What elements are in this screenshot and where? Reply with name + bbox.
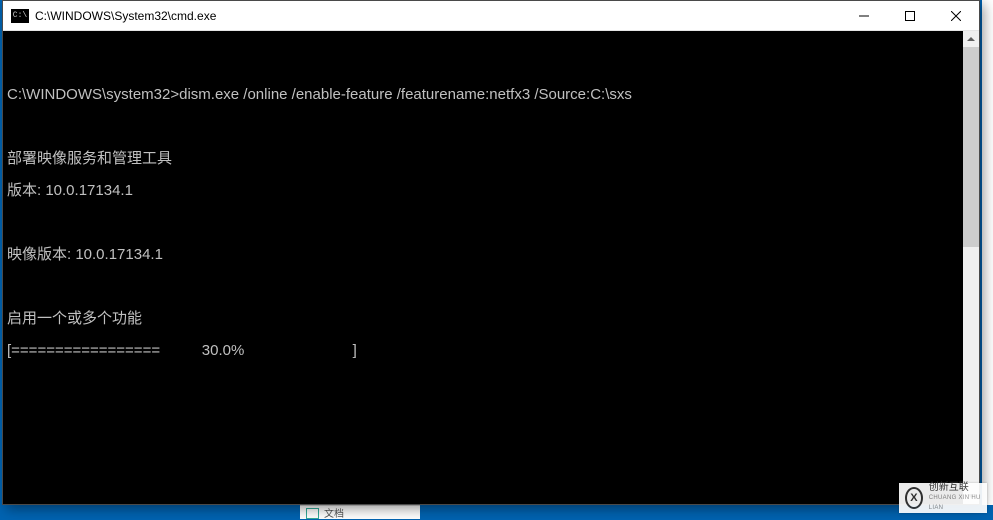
cmd-icon: C:\ bbox=[11, 9, 29, 23]
prompt: C:\WINDOWS\system32> bbox=[7, 86, 179, 103]
blank-line bbox=[3, 119, 963, 135]
blank-line bbox=[3, 279, 963, 295]
progress-line: [================= 30.0% ] bbox=[3, 343, 963, 359]
terminal-output[interactable]: C:\WINDOWS\system32>dism.exe /online /en… bbox=[3, 31, 963, 504]
window-title: C:\WINDOWS\System32\cmd.exe bbox=[35, 9, 216, 23]
chevron-up-icon bbox=[967, 37, 975, 41]
scroll-up-button[interactable] bbox=[963, 31, 979, 47]
blank-line bbox=[3, 55, 963, 71]
title-bar[interactable]: C:\ C:\WINDOWS\System32\cmd.exe bbox=[3, 1, 979, 31]
watermark-text: 创新互联 CHUANG XIN HU LIAN bbox=[929, 483, 981, 513]
minimize-icon bbox=[859, 11, 869, 21]
cmd-window: C:\ C:\WINDOWS\System32\cmd.exe C:\WINDO… bbox=[2, 0, 980, 505]
maximize-button[interactable] bbox=[887, 1, 933, 31]
watermark: X 创新互联 CHUANG XIN HU LIAN bbox=[899, 483, 987, 513]
watermark-logo-icon: X bbox=[905, 487, 923, 509]
scroll-track[interactable] bbox=[963, 47, 979, 488]
vertical-scrollbar[interactable] bbox=[963, 31, 979, 504]
output-line: 启用一个或多个功能 bbox=[3, 311, 963, 327]
background-item-label: 文档 bbox=[324, 505, 344, 520]
close-icon bbox=[951, 11, 961, 21]
output-line: 部署映像服务和管理工具 bbox=[3, 151, 963, 167]
background-explorer-peek: 文档 bbox=[300, 505, 420, 519]
scroll-thumb[interactable] bbox=[963, 47, 979, 247]
background-panel-right bbox=[982, 0, 993, 505]
close-button[interactable] bbox=[933, 1, 979, 31]
output-line: 版本: 10.0.17134.1 bbox=[3, 183, 963, 199]
minimize-button[interactable] bbox=[841, 1, 887, 31]
output-line: 映像版本: 10.0.17134.1 bbox=[3, 247, 963, 263]
watermark-line2: CHUANG XIN HU LIAN bbox=[929, 493, 981, 513]
maximize-icon bbox=[905, 11, 915, 21]
command-text: dism.exe /online /enable-feature /featur… bbox=[179, 86, 632, 103]
watermark-line1: 创新互联 bbox=[929, 482, 969, 493]
blank-line bbox=[3, 215, 963, 231]
prompt-line: C:\WINDOWS\system32>dism.exe /online /en… bbox=[3, 87, 963, 103]
